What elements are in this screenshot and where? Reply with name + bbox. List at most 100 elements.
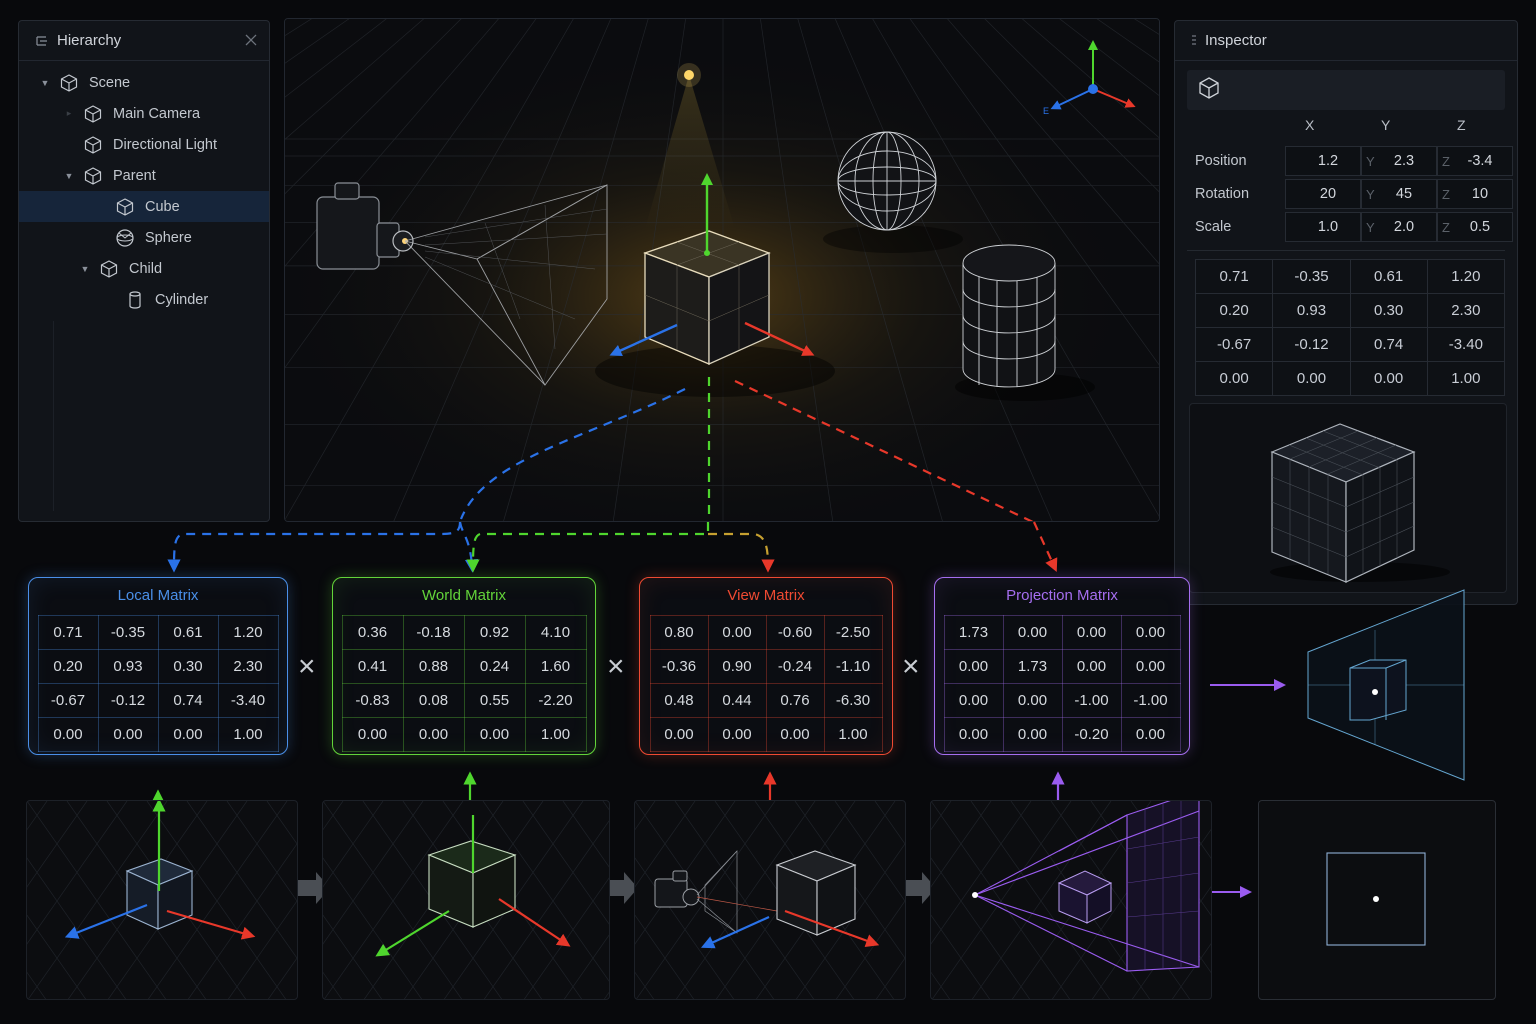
matrix-cell: 0.90 bbox=[707, 649, 767, 684]
matrix-cell: 0.71 bbox=[1194, 259, 1274, 294]
matrix-cell: 0.76 bbox=[765, 683, 825, 718]
matrix-cell: -0.36 bbox=[649, 649, 709, 684]
tree-item-scene[interactable]: ▼ Scene bbox=[19, 67, 269, 98]
inspector-title: Inspector bbox=[1205, 32, 1267, 49]
tree-item-cylinder[interactable]: ▸Cylinder bbox=[19, 284, 269, 315]
expand-caret-icon[interactable]: ▼ bbox=[39, 78, 51, 88]
matrix-cell: 0.00 bbox=[1061, 649, 1122, 684]
matrix-cell: 4.10 bbox=[524, 615, 587, 650]
transform-matrix: 0.71 -0.35 0.61 1.20 0.20 0.93 0.30 2.30 -0.67 -0… bbox=[1194, 259, 1506, 396]
transform-label: Rotation bbox=[1195, 186, 1250, 202]
tree-spacer: ▸ bbox=[66, 108, 72, 118]
tree-item-main-camera[interactable]: ▸ Main Camera bbox=[19, 98, 269, 129]
tree-item-child[interactable]: ▼ Child bbox=[19, 253, 269, 284]
matrix-grid: 0.36 -0.18 0.92 4.10 0.41 0.88 0.24 1.60 -0.83 0.… bbox=[341, 615, 587, 752]
view-matrix-panel: View Matrix 0.80 0.00 -0.60 -2.50 -0.36 0.90 -0… bbox=[639, 577, 893, 755]
position-z-field[interactable]: Z -3.4 bbox=[1437, 146, 1513, 176]
close-icon[interactable] bbox=[245, 33, 257, 49]
hierarchy-header: Hierarchy bbox=[19, 21, 269, 61]
matrix-cell: 1.00 bbox=[524, 717, 587, 752]
expand-caret-icon[interactable]: ▼ bbox=[63, 171, 75, 181]
matrix-cell: 0.00 bbox=[649, 717, 709, 752]
matrix-cell: 0.30 bbox=[157, 649, 219, 684]
scale-x-field[interactable]: 1.0 bbox=[1285, 212, 1361, 242]
scale-z-field[interactable]: Z 0.5 bbox=[1437, 212, 1513, 242]
field-value: 20 bbox=[1319, 186, 1337, 202]
object-name-field[interactable] bbox=[1187, 70, 1505, 110]
projection-matrix-panel: Projection Matrix 1.73 0.00 0.00 0.00 0.00 1.7… bbox=[934, 577, 1190, 755]
multiply-operator: × bbox=[298, 650, 316, 683]
matrix-cell: 0.71 bbox=[37, 615, 99, 650]
cube-icon bbox=[99, 259, 119, 279]
cube-icon bbox=[59, 73, 79, 93]
tree-item-label: Cube bbox=[145, 198, 180, 215]
hierarchy-title: Hierarchy bbox=[57, 32, 122, 49]
matrix-cell: -0.24 bbox=[765, 649, 825, 684]
matrix-cell: 0.00 bbox=[341, 717, 404, 752]
matrix-cell: 1.20 bbox=[217, 615, 279, 650]
matrix-cell: 0.00 bbox=[157, 717, 219, 752]
hierarchy-icon bbox=[35, 34, 49, 48]
hierarchy-tree: ▼ Scene ▸ Main Camera ▸Directional Light ▼ Par… bbox=[19, 61, 269, 315]
matrix-cell: 0.00 bbox=[463, 717, 526, 752]
matrix-cell: 0.00 bbox=[1120, 717, 1181, 752]
scale-y-field[interactable]: Y 2.0 bbox=[1361, 212, 1437, 242]
field-value: 1.0 bbox=[1317, 219, 1339, 235]
axis-header: X Y Z bbox=[1175, 117, 1517, 139]
tree-item-directional-light[interactable]: ▸Directional Light bbox=[19, 129, 269, 160]
cube-icon bbox=[115, 197, 135, 217]
cube-icon bbox=[83, 135, 103, 155]
matrix-cell: 0.00 bbox=[765, 717, 825, 752]
world-matrix-panel: World Matrix 0.36 -0.18 0.92 4.10 0.41 0.88 0.2… bbox=[332, 577, 596, 755]
inspector-panel: Inspector X Y Z Position 1.2 Y 2.3 Z -3.4 Rota… bbox=[1174, 20, 1518, 605]
matrix-cell: 0.00 bbox=[402, 717, 465, 752]
matrix-cell: 0.00 bbox=[1120, 649, 1181, 684]
matrix-cell: -3.40 bbox=[217, 683, 279, 718]
axis-prefix: Y bbox=[1366, 186, 1375, 202]
tree-item-parent[interactable]: ▼ Parent bbox=[19, 160, 269, 191]
matrix-cell: 0.44 bbox=[707, 683, 767, 718]
matrix-cell: 0.24 bbox=[463, 649, 526, 684]
matrix-cell: 0.00 bbox=[1349, 361, 1428, 396]
matrix-cell: -0.12 bbox=[1272, 327, 1351, 362]
rotation-x-field[interactable]: 20 bbox=[1285, 179, 1361, 209]
tree-item-cube[interactable]: ▸Cube bbox=[19, 191, 269, 222]
axis-z-label: Z bbox=[1457, 117, 1466, 133]
field-value: -3.4 bbox=[1467, 153, 1493, 169]
matrix-cell: 1.73 bbox=[1002, 649, 1063, 684]
matrix-cell: -1.00 bbox=[1120, 683, 1181, 718]
matrix-cell: 1.00 bbox=[823, 717, 883, 752]
field-value: 10 bbox=[1471, 186, 1489, 202]
position-y-field[interactable]: Y 2.3 bbox=[1361, 146, 1437, 176]
matrix-cell: -3.40 bbox=[1426, 327, 1506, 362]
matrix-cell: -0.83 bbox=[341, 683, 404, 718]
tree-item-sphere[interactable]: ▸Sphere bbox=[19, 222, 269, 253]
matrix-title: World Matrix bbox=[422, 587, 506, 604]
sphere-icon bbox=[115, 228, 135, 248]
transform-label: Position bbox=[1195, 153, 1247, 169]
rotation-z-field[interactable]: Z 10 bbox=[1437, 179, 1513, 209]
cube-icon bbox=[83, 104, 103, 124]
matrix-cell: 0.80 bbox=[649, 615, 709, 650]
axis-prefix: Y bbox=[1366, 219, 1375, 235]
matrix-cell: 0.00 bbox=[1002, 717, 1063, 752]
matrix-cell: 0.30 bbox=[1349, 293, 1428, 328]
cylinder-icon bbox=[125, 290, 145, 310]
matrix-cell: 0.00 bbox=[943, 717, 1004, 752]
axis-x-label: X bbox=[1305, 117, 1315, 133]
matrix-cell: 0.20 bbox=[37, 649, 99, 684]
transform-row-rotation: Rotation 20 Y 45 Z 10 bbox=[1175, 179, 1517, 209]
expand-caret-icon[interactable]: ▼ bbox=[79, 264, 91, 274]
matrix-cell: -0.20 bbox=[1061, 717, 1122, 752]
projection-space-thumbnail bbox=[930, 800, 1212, 1000]
matrix-cell: 0.00 bbox=[1272, 361, 1351, 396]
matrix-cell: 2.30 bbox=[217, 649, 279, 684]
scene-viewport[interactable]: E bbox=[284, 18, 1160, 522]
position-x-field[interactable]: 1.2 bbox=[1285, 146, 1361, 176]
field-value: 45 bbox=[1395, 186, 1413, 202]
view-space-thumbnail bbox=[634, 800, 906, 1000]
rotation-y-field[interactable]: Y 45 bbox=[1361, 179, 1437, 209]
matrix-cell: -0.18 bbox=[402, 615, 465, 650]
field-value: 2.3 bbox=[1393, 153, 1415, 169]
tree-item-label: Cylinder bbox=[155, 291, 209, 308]
